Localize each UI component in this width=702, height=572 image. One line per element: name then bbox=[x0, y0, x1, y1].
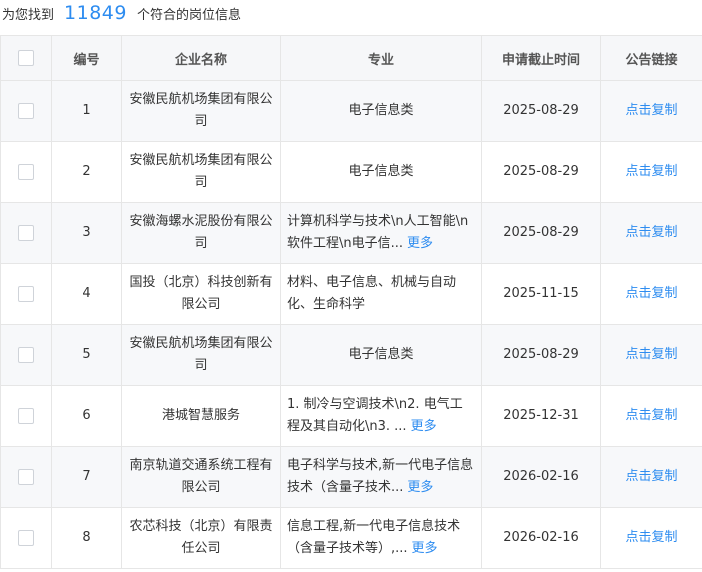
row-deadline: 2025-12-31 bbox=[481, 385, 601, 447]
row-checkbox[interactable] bbox=[18, 102, 34, 119]
row-link-cell: 点击复制 bbox=[600, 385, 702, 447]
more-link[interactable]: 更多 bbox=[412, 541, 438, 556]
table-row: 2 安徽民航机场集团有限公司 电子信息类 2025-08-29 点击复制 bbox=[0, 141, 702, 203]
row-select-cell bbox=[0, 263, 52, 325]
row-checkbox[interactable] bbox=[18, 285, 34, 302]
row-company: 农芯科技（北京）有限责任公司 bbox=[121, 507, 281, 569]
row-major: 电子信息类 bbox=[348, 164, 414, 179]
row-index: 8 bbox=[51, 507, 122, 569]
row-major-cell: 电子信息类 bbox=[280, 80, 482, 142]
row-company: 国投（北京）科技创新有限公司 bbox=[121, 263, 281, 325]
summary-prefix: 为您找到 bbox=[2, 7, 55, 23]
row-select-cell bbox=[0, 141, 52, 203]
copy-link[interactable]: 点击复制 bbox=[625, 469, 677, 484]
row-company: 安徽民航机场集团有限公司 bbox=[121, 80, 281, 142]
row-link-cell: 点击复制 bbox=[600, 141, 702, 203]
table-row: 8 农芯科技（北京）有限责任公司 信息工程,新一代电子信息技术（含量子技术等）,..… bbox=[0, 507, 702, 569]
row-select-cell bbox=[0, 385, 52, 447]
table-row: 1 安徽民航机场集团有限公司 电子信息类 2025-08-29 点击复制 bbox=[0, 80, 702, 142]
row-company: 南京轨道交通系统工程有限公司 bbox=[121, 446, 281, 508]
more-link[interactable]: 更多 bbox=[407, 236, 433, 251]
row-checkbox[interactable] bbox=[18, 529, 34, 546]
row-major-cell: 电子信息类 bbox=[280, 324, 482, 386]
row-major: 电子信息类 bbox=[348, 347, 414, 362]
more-link[interactable]: 更多 bbox=[411, 419, 437, 434]
row-link-cell: 点击复制 bbox=[600, 80, 702, 142]
row-select-cell bbox=[0, 80, 52, 142]
row-deadline: 2025-08-29 bbox=[481, 202, 601, 264]
row-select-cell bbox=[0, 446, 52, 508]
row-index: 4 bbox=[51, 263, 122, 325]
row-deadline: 2025-08-29 bbox=[481, 324, 601, 386]
row-major: 电子科学与技术,新一代电子信息技术（含量子技术... bbox=[287, 458, 474, 495]
row-major-cell: 电子信息类 bbox=[280, 141, 482, 203]
row-deadline: 2026-02-16 bbox=[481, 507, 601, 569]
row-deadline: 2025-08-29 bbox=[481, 80, 601, 142]
row-checkbox[interactable] bbox=[18, 346, 34, 363]
row-link-cell: 点击复制 bbox=[600, 202, 702, 264]
summary-suffix: 个符合的岗位信息 bbox=[136, 7, 241, 23]
table-row: 6 港城智慧服务 1. 制冷与空调技术\n2. 电气工程及其自动化\n3. ... 更… bbox=[0, 385, 702, 447]
row-company: 安徽民航机场集团有限公司 bbox=[121, 141, 281, 203]
row-deadline: 2025-11-15 bbox=[481, 263, 601, 325]
row-link-cell: 点击复制 bbox=[600, 324, 702, 386]
row-major-cell: 计算机科学与技术\n人工智能\n软件工程\n电子信... 更多 bbox=[280, 202, 482, 264]
row-select-cell bbox=[0, 324, 52, 386]
header-deadline: 申请截止时间 bbox=[481, 35, 601, 81]
row-company: 港城智慧服务 bbox=[121, 385, 281, 447]
row-company: 安徽海螺水泥股份有限公司 bbox=[121, 202, 281, 264]
row-link-cell: 点击复制 bbox=[600, 446, 702, 508]
row-index: 5 bbox=[51, 324, 122, 386]
copy-link[interactable]: 点击复制 bbox=[625, 408, 677, 423]
row-checkbox[interactable] bbox=[18, 224, 34, 241]
copy-link[interactable]: 点击复制 bbox=[625, 286, 677, 301]
result-count: 11849 bbox=[64, 2, 127, 24]
row-index: 7 bbox=[51, 446, 122, 508]
header-major: 专业 bbox=[280, 35, 482, 81]
header-link: 公告链接 bbox=[600, 35, 702, 81]
row-select-cell bbox=[0, 202, 52, 264]
row-major-cell: 材料、电子信息、机械与自动化、生命科学 bbox=[280, 263, 482, 325]
row-checkbox[interactable] bbox=[18, 468, 34, 485]
row-major-cell: 信息工程,新一代电子信息技术（含量子技术等）,... 更多 bbox=[280, 507, 482, 569]
job-table: 编号 企业名称 专业 申请截止时间 公告链接 1 安徽民航机场集团有限公司 电子信息… bbox=[0, 35, 702, 569]
select-all-cell bbox=[0, 35, 52, 81]
table-row: 3 安徽海螺水泥股份有限公司 计算机科学与技术\n人工智能\n软件工程\n电子信..… bbox=[0, 202, 702, 264]
table-row: 5 安徽民航机场集团有限公司 电子信息类 2025-08-29 点击复制 bbox=[0, 324, 702, 386]
row-deadline: 2026-02-16 bbox=[481, 446, 601, 508]
row-index: 3 bbox=[51, 202, 122, 264]
more-link[interactable]: 更多 bbox=[407, 480, 433, 495]
header-index: 编号 bbox=[51, 35, 122, 81]
row-select-cell bbox=[0, 507, 52, 569]
table-header-row: 编号 企业名称 专业 申请截止时间 公告链接 bbox=[0, 35, 702, 81]
row-checkbox[interactable] bbox=[18, 407, 34, 424]
table-row: 4 国投（北京）科技创新有限公司 材料、电子信息、机械与自动化、生命科学 2025-1… bbox=[0, 263, 702, 325]
row-deadline: 2025-08-29 bbox=[481, 141, 601, 203]
row-company: 安徽民航机场集团有限公司 bbox=[121, 324, 281, 386]
row-checkbox[interactable] bbox=[18, 163, 34, 180]
row-index: 6 bbox=[51, 385, 122, 447]
row-link-cell: 点击复制 bbox=[600, 263, 702, 325]
row-major-cell: 电子科学与技术,新一代电子信息技术（含量子技术... 更多 bbox=[280, 446, 482, 508]
row-major: 材料、电子信息、机械与自动化、生命科学 bbox=[287, 275, 457, 312]
copy-link[interactable]: 点击复制 bbox=[625, 347, 677, 362]
table-row: 7 南京轨道交通系统工程有限公司 电子科学与技术,新一代电子信息技术（含量子技术..… bbox=[0, 446, 702, 508]
copy-link[interactable]: 点击复制 bbox=[625, 164, 677, 179]
row-major: 电子信息类 bbox=[348, 103, 414, 118]
row-link-cell: 点击复制 bbox=[600, 507, 702, 569]
row-index: 2 bbox=[51, 141, 122, 203]
row-major: 计算机科学与技术\n人工智能\n软件工程\n电子信... bbox=[287, 214, 469, 251]
header-company: 企业名称 bbox=[121, 35, 281, 81]
copy-link[interactable]: 点击复制 bbox=[625, 225, 677, 240]
select-all-checkbox[interactable] bbox=[18, 50, 34, 66]
row-index: 1 bbox=[51, 80, 122, 142]
copy-link[interactable]: 点击复制 bbox=[625, 530, 677, 545]
result-summary: 为您找到 11849 个符合的岗位信息 bbox=[0, 0, 702, 26]
row-major-cell: 1. 制冷与空调技术\n2. 电气工程及其自动化\n3. ... 更多 bbox=[280, 385, 482, 447]
copy-link[interactable]: 点击复制 bbox=[625, 103, 677, 118]
